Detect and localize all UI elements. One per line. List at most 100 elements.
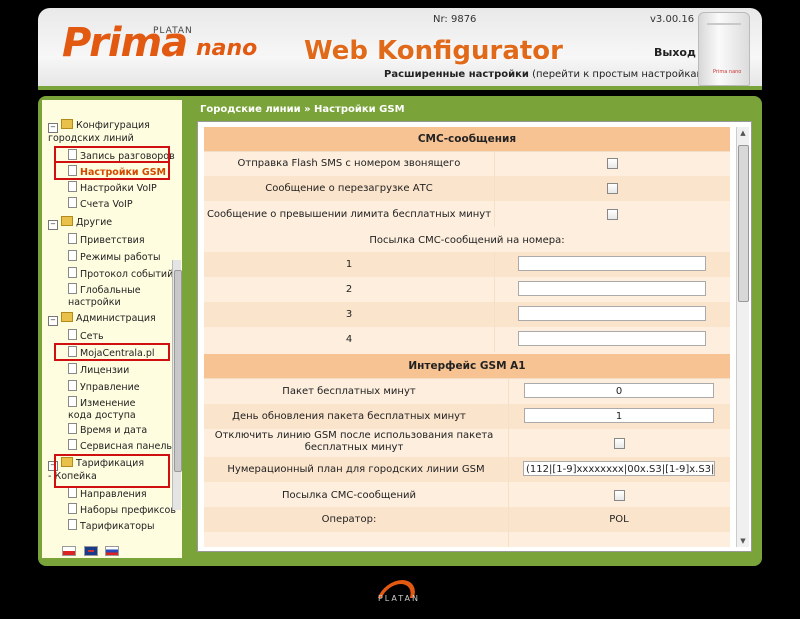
prima-logo: Prima [62, 20, 188, 66]
sidebar-item-management[interactable]: Управление [68, 380, 140, 394]
content-scrollbar[interactable]: ▲ ▼ [736, 127, 749, 547]
free-package-input[interactable]: 0 [524, 383, 714, 398]
number-1-label: 1 [345, 259, 353, 270]
scroll-thumb[interactable] [174, 270, 182, 472]
folder-icon [61, 216, 73, 226]
footer-brand: PLATAN [377, 594, 421, 603]
page-icon [68, 267, 77, 278]
page-icon [68, 439, 77, 450]
language-flags [62, 546, 123, 558]
flag-pl-icon[interactable] [62, 546, 76, 556]
sidebar-item-tariffers[interactable]: Тарификаторы [68, 519, 155, 533]
sidebar-item-voip-settings[interactable]: Настройки VoIP [68, 181, 157, 195]
folder-icon [61, 312, 73, 322]
app-title: Web Konfigurator [304, 36, 563, 66]
flash-sms-checkbox[interactable] [606, 158, 618, 169]
number-2-input[interactable] [518, 281, 706, 296]
tree-folder-other[interactable]: − Другие [48, 216, 112, 230]
sidebar-item-work-modes[interactable]: Режимы работы [68, 250, 161, 264]
numbering-plan-label: Нумерационный план для городских линии G… [227, 464, 485, 475]
row-renew-day: День обновления пакета бесплатных минут … [204, 404, 730, 429]
main-container: − Конфигурация городских линий Запись раз… [38, 96, 762, 566]
highlight-box [54, 161, 170, 180]
page-icon [68, 423, 77, 434]
row-numbering-plan: Нумерационный план для городских линии G… [204, 457, 730, 482]
sidebar-item-time-date[interactable]: Время и дата [68, 423, 147, 437]
page-icon [68, 487, 77, 498]
number-1-input[interactable] [518, 256, 706, 271]
sidebar-item-network[interactable]: Сеть [68, 329, 104, 343]
device-image-icon: Prima nano [698, 12, 750, 86]
flash-sms-label: Отправка Flash SMS с номером звонящего [237, 158, 461, 169]
page-icon [68, 396, 77, 407]
page-icon [68, 197, 77, 208]
sidebar-item-access-code[interactable]: Изменение кода доступа [68, 396, 148, 422]
sidebar-item-greetings[interactable]: Приветствия [68, 233, 145, 247]
mode-line: Расширенные настройки (перейти к простым… [384, 69, 708, 80]
switch-to-simple-link[interactable]: (перейти к простым настройкам) [532, 69, 708, 80]
operator-value: POL [609, 514, 629, 525]
header: PLATAN Prima nano Web Konfigurator Nr: 9… [38, 8, 762, 90]
row-reboot-msg: Сообщение о перезагрузке АТС [204, 176, 730, 201]
tree-folder-admin[interactable]: − Администрация [48, 312, 156, 326]
row-flash-sms: Отправка Flash SMS с номером звонящего [204, 152, 730, 176]
page-icon [68, 329, 77, 340]
sidebar-item-voip-accounts[interactable]: Счета VoIP [68, 197, 133, 211]
page-icon [68, 503, 77, 514]
row-free-package: Пакет бесплатных минут 0 [204, 379, 730, 404]
number-2-label: 2 [345, 284, 353, 295]
send-to-numbers-label: Посылка СМС-сообщений на номера: [369, 235, 565, 246]
collapse-icon[interactable]: − [48, 220, 58, 230]
row-limit-msg: Сообщение о превышении лимита бесплатных… [204, 201, 730, 227]
sidebar-item-licenses[interactable]: Лицензии [68, 363, 129, 377]
tree-folder-config-lines[interactable]: − Конфигурация городских линий [48, 119, 158, 145]
renew-day-label: День обновления пакета бесплатных минут [232, 411, 466, 422]
free-package-label: Пакет бесплатных минут [282, 386, 416, 397]
sidebar-item-event-log[interactable]: Протокол событий [68, 267, 173, 281]
row-number-2: 2 [204, 277, 730, 302]
platan-footer-logo: PLATAN [369, 580, 429, 606]
row-disable-line: Отключить линию GSM после использования … [204, 429, 730, 457]
number-3-input[interactable] [518, 306, 706, 321]
sidebar-scrollbar[interactable] [172, 260, 182, 510]
collapse-icon[interactable]: − [48, 316, 58, 326]
page-icon [68, 233, 77, 244]
scroll-down-icon[interactable]: ▼ [738, 536, 748, 546]
page-icon [68, 250, 77, 261]
nano-logo: nano [196, 36, 258, 61]
page-icon [68, 363, 77, 374]
sidebar-item-service-panel[interactable]: Сервисная панель [68, 439, 172, 453]
number-4-input[interactable] [518, 331, 706, 346]
sidebar-item-prefix-sets[interactable]: Наборы префиксов [68, 503, 176, 517]
sidebar-item-global-settings[interactable]: Глобальные настройки [68, 283, 148, 309]
row-number-4: 4 [204, 327, 730, 352]
row-partial [204, 532, 730, 547]
operator-label: Оператор: [321, 514, 377, 525]
limit-msg-checkbox[interactable] [606, 209, 618, 220]
page-icon [68, 519, 77, 530]
highlight-box [54, 454, 170, 488]
sidebar-item-directions[interactable]: Направления [68, 487, 147, 501]
row-sms-send: Посылка СМС-сообщений [204, 482, 730, 507]
sidebar-tree: − Конфигурация городских линий Запись раз… [42, 100, 182, 558]
renew-day-input[interactable]: 1 [524, 408, 714, 423]
scroll-thumb[interactable] [738, 145, 749, 302]
collapse-icon[interactable]: − [48, 123, 58, 133]
header-divider [38, 86, 762, 90]
page-icon [68, 181, 77, 192]
numbering-plan-input[interactable]: (112|[1-9]xxxxxxxx|00x.S3|[1-9]x.S3|*x.S… [523, 461, 715, 476]
row-send-to-numbers: Посылка СМС-сообщений на номера: [204, 227, 730, 252]
flag-en-icon[interactable] [83, 546, 98, 556]
scroll-up-icon[interactable]: ▲ [738, 128, 748, 138]
logout-link[interactable]: Выход [654, 46, 696, 59]
flag-ru-icon[interactable] [105, 546, 119, 556]
page-icon [68, 283, 77, 294]
sms-send-checkbox[interactable] [613, 490, 625, 501]
row-operator: Оператор: POL [204, 507, 730, 532]
reboot-msg-checkbox[interactable] [606, 183, 618, 194]
number-4-label: 4 [345, 334, 353, 345]
version-label: v3.00.16 [650, 14, 695, 25]
mode-current: Расширенные настройки [384, 69, 529, 80]
sms-send-label: Посылка СМС-сообщений [282, 490, 416, 501]
disable-line-checkbox[interactable] [613, 438, 625, 449]
